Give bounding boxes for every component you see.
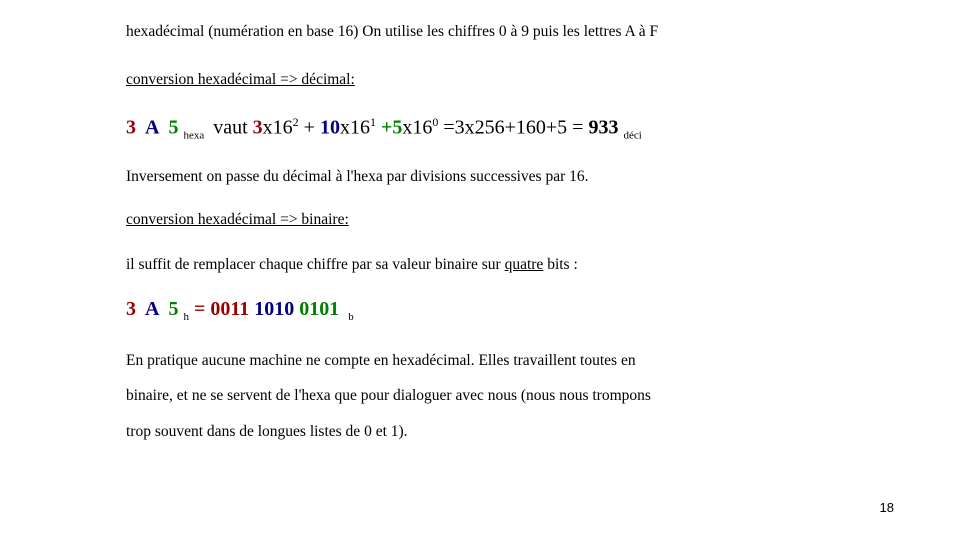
closing-line-3: trop souvent dans de longues listes de 0… [126, 423, 408, 440]
term1-exponent: 2 [292, 115, 299, 129]
equation-expansion: =3x256+160+5 = [443, 116, 584, 139]
heading-hex-to-decimal: conversion hexadécimal => décimal: [126, 71, 355, 88]
rule-text-before: il suffit de remplacer chaque chiffre pa… [126, 256, 505, 273]
bin-hex-digit-a: A [145, 298, 160, 320]
binary-nibble-a: 1010 [254, 298, 295, 320]
note-inverse-conversion: Inversement on passe du décimal à l'hexa… [126, 168, 589, 185]
page-number: 18 [879, 500, 894, 515]
rule-text-underlined: quatre [504, 256, 544, 273]
heading-hex-to-binary: conversion hexadécimal => binaire: [126, 211, 349, 228]
subscript-b: b [348, 311, 354, 323]
term3-coefficient: 5 [392, 116, 403, 139]
slide-canvas: hexadécimal (numération en base 16) On u… [0, 0, 960, 540]
rule-text-after: bits : [543, 256, 578, 273]
bin-hex-digit-5: 5 [168, 298, 179, 320]
subscript-hexa: hexa [183, 129, 205, 142]
equation-hex-to-binary: 3 A 5 h = 0011 1010 0101 b [126, 299, 354, 323]
plus-sign-2: + [380, 116, 393, 139]
rule-four-bits: il suffit de remplacer chaque chiffre pa… [126, 256, 578, 274]
subscript-h: h [183, 311, 189, 323]
equation-hex-to-decimal: 3 A 5 hexa vaut 3x162 +10x161 +5x160 =3x256+160+… [126, 116, 642, 142]
intro-text: hexadécimal (numération en base 16) On u… [126, 23, 659, 40]
plus-sign-1: + [303, 116, 315, 139]
binary-nibble-5: 0101 [299, 298, 340, 320]
term3-exponent: 0 [432, 115, 439, 129]
closing-line-1: En pratique aucune machine ne compte en … [126, 352, 636, 369]
term2-exponent: 1 [369, 115, 376, 129]
term3-base: x16 [402, 116, 433, 139]
equation-result: 933 [588, 116, 619, 139]
term2-base: x16 [339, 116, 370, 139]
term2-coefficient: 10 [319, 116, 340, 139]
hex-digit-a: A [145, 116, 160, 139]
binary-equals: = [193, 298, 206, 320]
binary-nibble-3: 0011 [210, 298, 250, 320]
equation-verb: vaut [213, 116, 248, 139]
term1-base: x16 [262, 116, 293, 139]
closing-line-2: binaire, et ne se servent de l'hexa que … [126, 387, 651, 404]
hex-digit-3: 3 [126, 116, 136, 139]
term1-coefficient: 3 [252, 116, 263, 139]
subscript-deci: déci [623, 129, 642, 142]
hex-digit-5: 5 [168, 116, 179, 139]
bin-hex-digit-3: 3 [126, 298, 136, 320]
